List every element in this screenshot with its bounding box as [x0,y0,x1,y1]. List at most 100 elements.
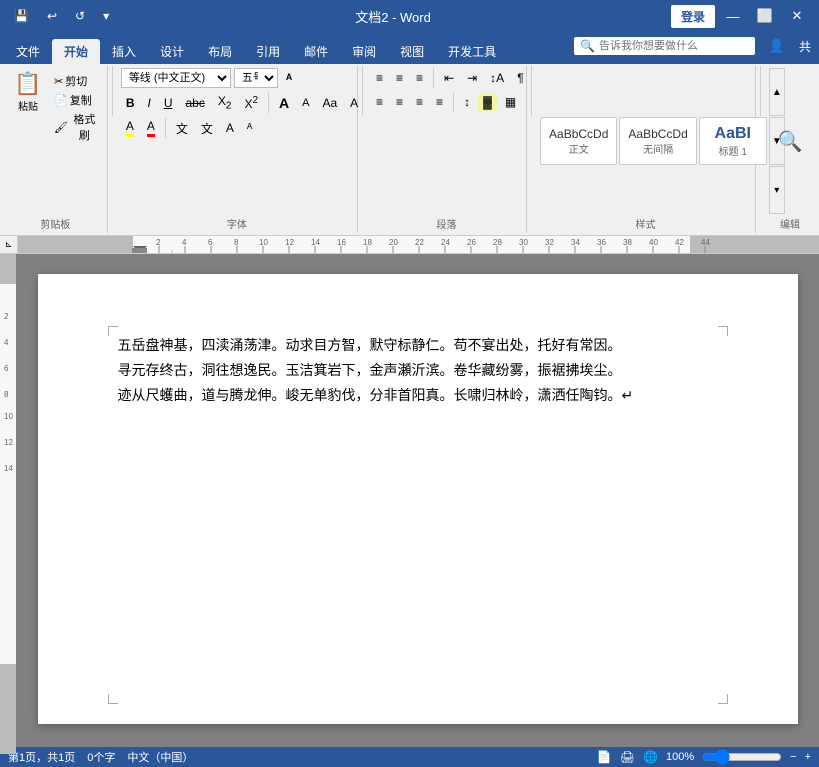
ribbon-tabs: 文件 开始 插入 设计 布局 引用 邮件 审阅 视图 开发工具 [0,36,508,64]
shading-button[interactable]: ▓ [478,93,497,111]
word-count: 0个字 [87,749,115,765]
font-extra-btn[interactable]: 文 [171,118,193,139]
group-divider3 [531,66,532,116]
vruler-svg: 2 4 6 8 10 12 14 [0,254,16,754]
style-heading1[interactable]: AaBI 标题 1 [699,117,767,165]
ribbon-search-box[interactable]: 🔍 [574,37,755,55]
line-spacing-button[interactable]: ↕ [459,93,475,111]
customize-qat-button[interactable]: ▾ [97,7,115,25]
status-print-btn[interactable]: 🖨 [620,750,635,764]
font-name-select[interactable]: 等线 (中文正文) [121,68,231,88]
tab-layout[interactable]: 布局 [196,39,244,64]
language-indicator: 中文（中国） [127,749,193,765]
svg-text:26: 26 [467,238,476,247]
multilevel-button[interactable]: ≡ [411,69,428,87]
svg-text:12: 12 [4,438,13,447]
decrease-indent-button[interactable]: ⇤ [439,69,459,87]
svg-text:20: 20 [389,238,398,247]
content-line-1: 五岳盘神基，四渎涌荡津。动求目方智，默守标静仁。苟不宴出处，托好有常因。 [118,334,718,359]
font-size-input-button[interactable]: ᴬ [281,69,297,88]
paste-button[interactable]: 📋 粘贴 [8,68,48,115]
svg-text:40: 40 [649,238,658,247]
strikethrough-button[interactable]: abc [181,94,210,112]
subscript-button[interactable]: X2 [213,92,237,113]
ribbon-search-input[interactable] [599,40,749,52]
zoom-slider[interactable] [702,749,782,765]
svg-text:36: 36 [597,238,606,247]
show-formatting-button[interactable]: ¶ [512,69,528,87]
increase-indent-button[interactable]: ⇥ [462,69,482,87]
tab-review[interactable]: 审阅 [340,39,388,64]
svg-text:2: 2 [4,312,9,321]
tab-design[interactable]: 设计 [148,39,196,64]
svg-text:28: 28 [493,238,502,247]
font-color-button[interactable]: A [142,117,160,139]
font-extra-btn3[interactable]: A [221,119,239,137]
font-extra-btn4[interactable]: ᴬ [242,119,257,137]
zoom-in-btn[interactable]: + [805,751,811,763]
status-web-btn[interactable]: 🌐 [643,750,658,764]
style-normal[interactable]: AaBbCcDd 正文 [540,117,617,165]
tab-view[interactable]: 视图 [388,39,436,64]
underline-button[interactable]: U [159,94,178,112]
find-search-button[interactable]: 🔍 [770,121,810,161]
change-case-button[interactable]: Aa [317,94,342,112]
format-painter-button[interactable]: 🖌 格式刷 [50,110,103,144]
horizontal-ruler: 2 4 6 8 10 12 14 16 18 20 22 [18,236,819,254]
font-extra-btn2[interactable]: 文 [196,118,218,139]
tab-home[interactable]: 开始 [52,39,100,64]
status-bar: 第1页，共1页 0个字 中文（中国） 📄 🖨 🌐 100% − + [0,747,819,767]
svg-text:4: 4 [182,238,187,247]
status-right-section: 📄 🖨 🌐 100% − + [597,749,811,765]
highlight-button[interactable]: A [121,117,139,139]
zoom-out-btn[interactable]: − [790,751,796,763]
save-button[interactable]: 💾 [8,7,35,25]
clipboard-group: 📋 粘贴 ✂ 剪切 📄 复制 🖌 格式刷 剪贴板 [4,66,108,233]
ruler-corner-button[interactable]: ⊾ [0,236,18,254]
user-icon-button[interactable]: 👤 [763,32,791,60]
sort-button[interactable]: ↕A [485,69,509,87]
svg-text:14: 14 [311,238,320,247]
login-button[interactable]: 登录 [671,5,715,28]
svg-text:16: 16 [337,238,346,247]
group-divider [112,66,113,116]
shrink-font-button[interactable]: A [297,95,314,111]
cut-button[interactable]: ✂ 剪切 [50,72,103,90]
tab-developer[interactable]: 开发工具 [436,39,508,64]
svg-text:30: 30 [519,238,528,247]
document-area[interactable]: 五岳盘神基，四渎涌荡津。动求目方智，默守标静仁。苟不宴出处，托好有常因。 寻元存… [16,254,819,747]
italic-button[interactable]: I [142,94,155,112]
align-right-button[interactable]: ≡ [411,93,428,111]
align-left-button[interactable]: ≡ [371,93,388,111]
minimize-button[interactable]: — [719,2,747,30]
bold-button[interactable]: B [121,94,140,112]
svg-text:12: 12 [285,238,294,247]
clear-format-button[interactable]: A [345,94,363,112]
font-size-select[interactable]: 五号 [234,68,278,88]
copy-button[interactable]: 📄 复制 [50,91,103,109]
tab-file[interactable]: 文件 [4,39,52,64]
style-no-spacing[interactable]: AaBbCcDd 无间隔 [619,117,696,165]
status-view-btn[interactable]: 📄 [597,750,612,764]
numbering-button[interactable]: ≡ [391,69,408,87]
svg-text:34: 34 [571,238,580,247]
tab-mail[interactable]: 邮件 [292,39,340,64]
restore-button[interactable]: ⬜ [751,2,779,30]
paragraph-group: ≡ ≡ ≡ ⇤ ⇥ ↕A ¶ ≡ ≡ ≡ ≡ ↕ ▓ ▦ 段落 [367,66,527,233]
grow-font-button[interactable]: A [274,93,294,113]
undo-button[interactable]: ↩ [41,7,63,25]
justify-button[interactable]: ≡ [431,93,448,111]
document-content[interactable]: 五岳盘神基，四渎涌荡津。动求目方智，默守标静仁。苟不宴出处，托好有常因。 寻元存… [118,334,718,410]
editing-group: 🔍 编辑 [765,66,815,233]
paste-icon: 📋 [14,70,42,98]
close-button[interactable]: ✕ [783,2,811,30]
tab-insert[interactable]: 插入 [100,39,148,64]
tab-references[interactable]: 引用 [244,39,292,64]
align-center-button[interactable]: ≡ [391,93,408,111]
redo-button[interactable]: ↺ [69,7,91,25]
bullets-button[interactable]: ≡ [371,69,388,87]
border-button[interactable]: ▦ [500,93,521,111]
main-layout: 2 4 6 8 10 12 14 五岳盘神基，四渎涌荡津。动求目方智，默守标静仁… [0,254,819,747]
superscript-button[interactable]: X2 [239,93,263,113]
page-info: 第1页，共1页 [8,749,75,765]
